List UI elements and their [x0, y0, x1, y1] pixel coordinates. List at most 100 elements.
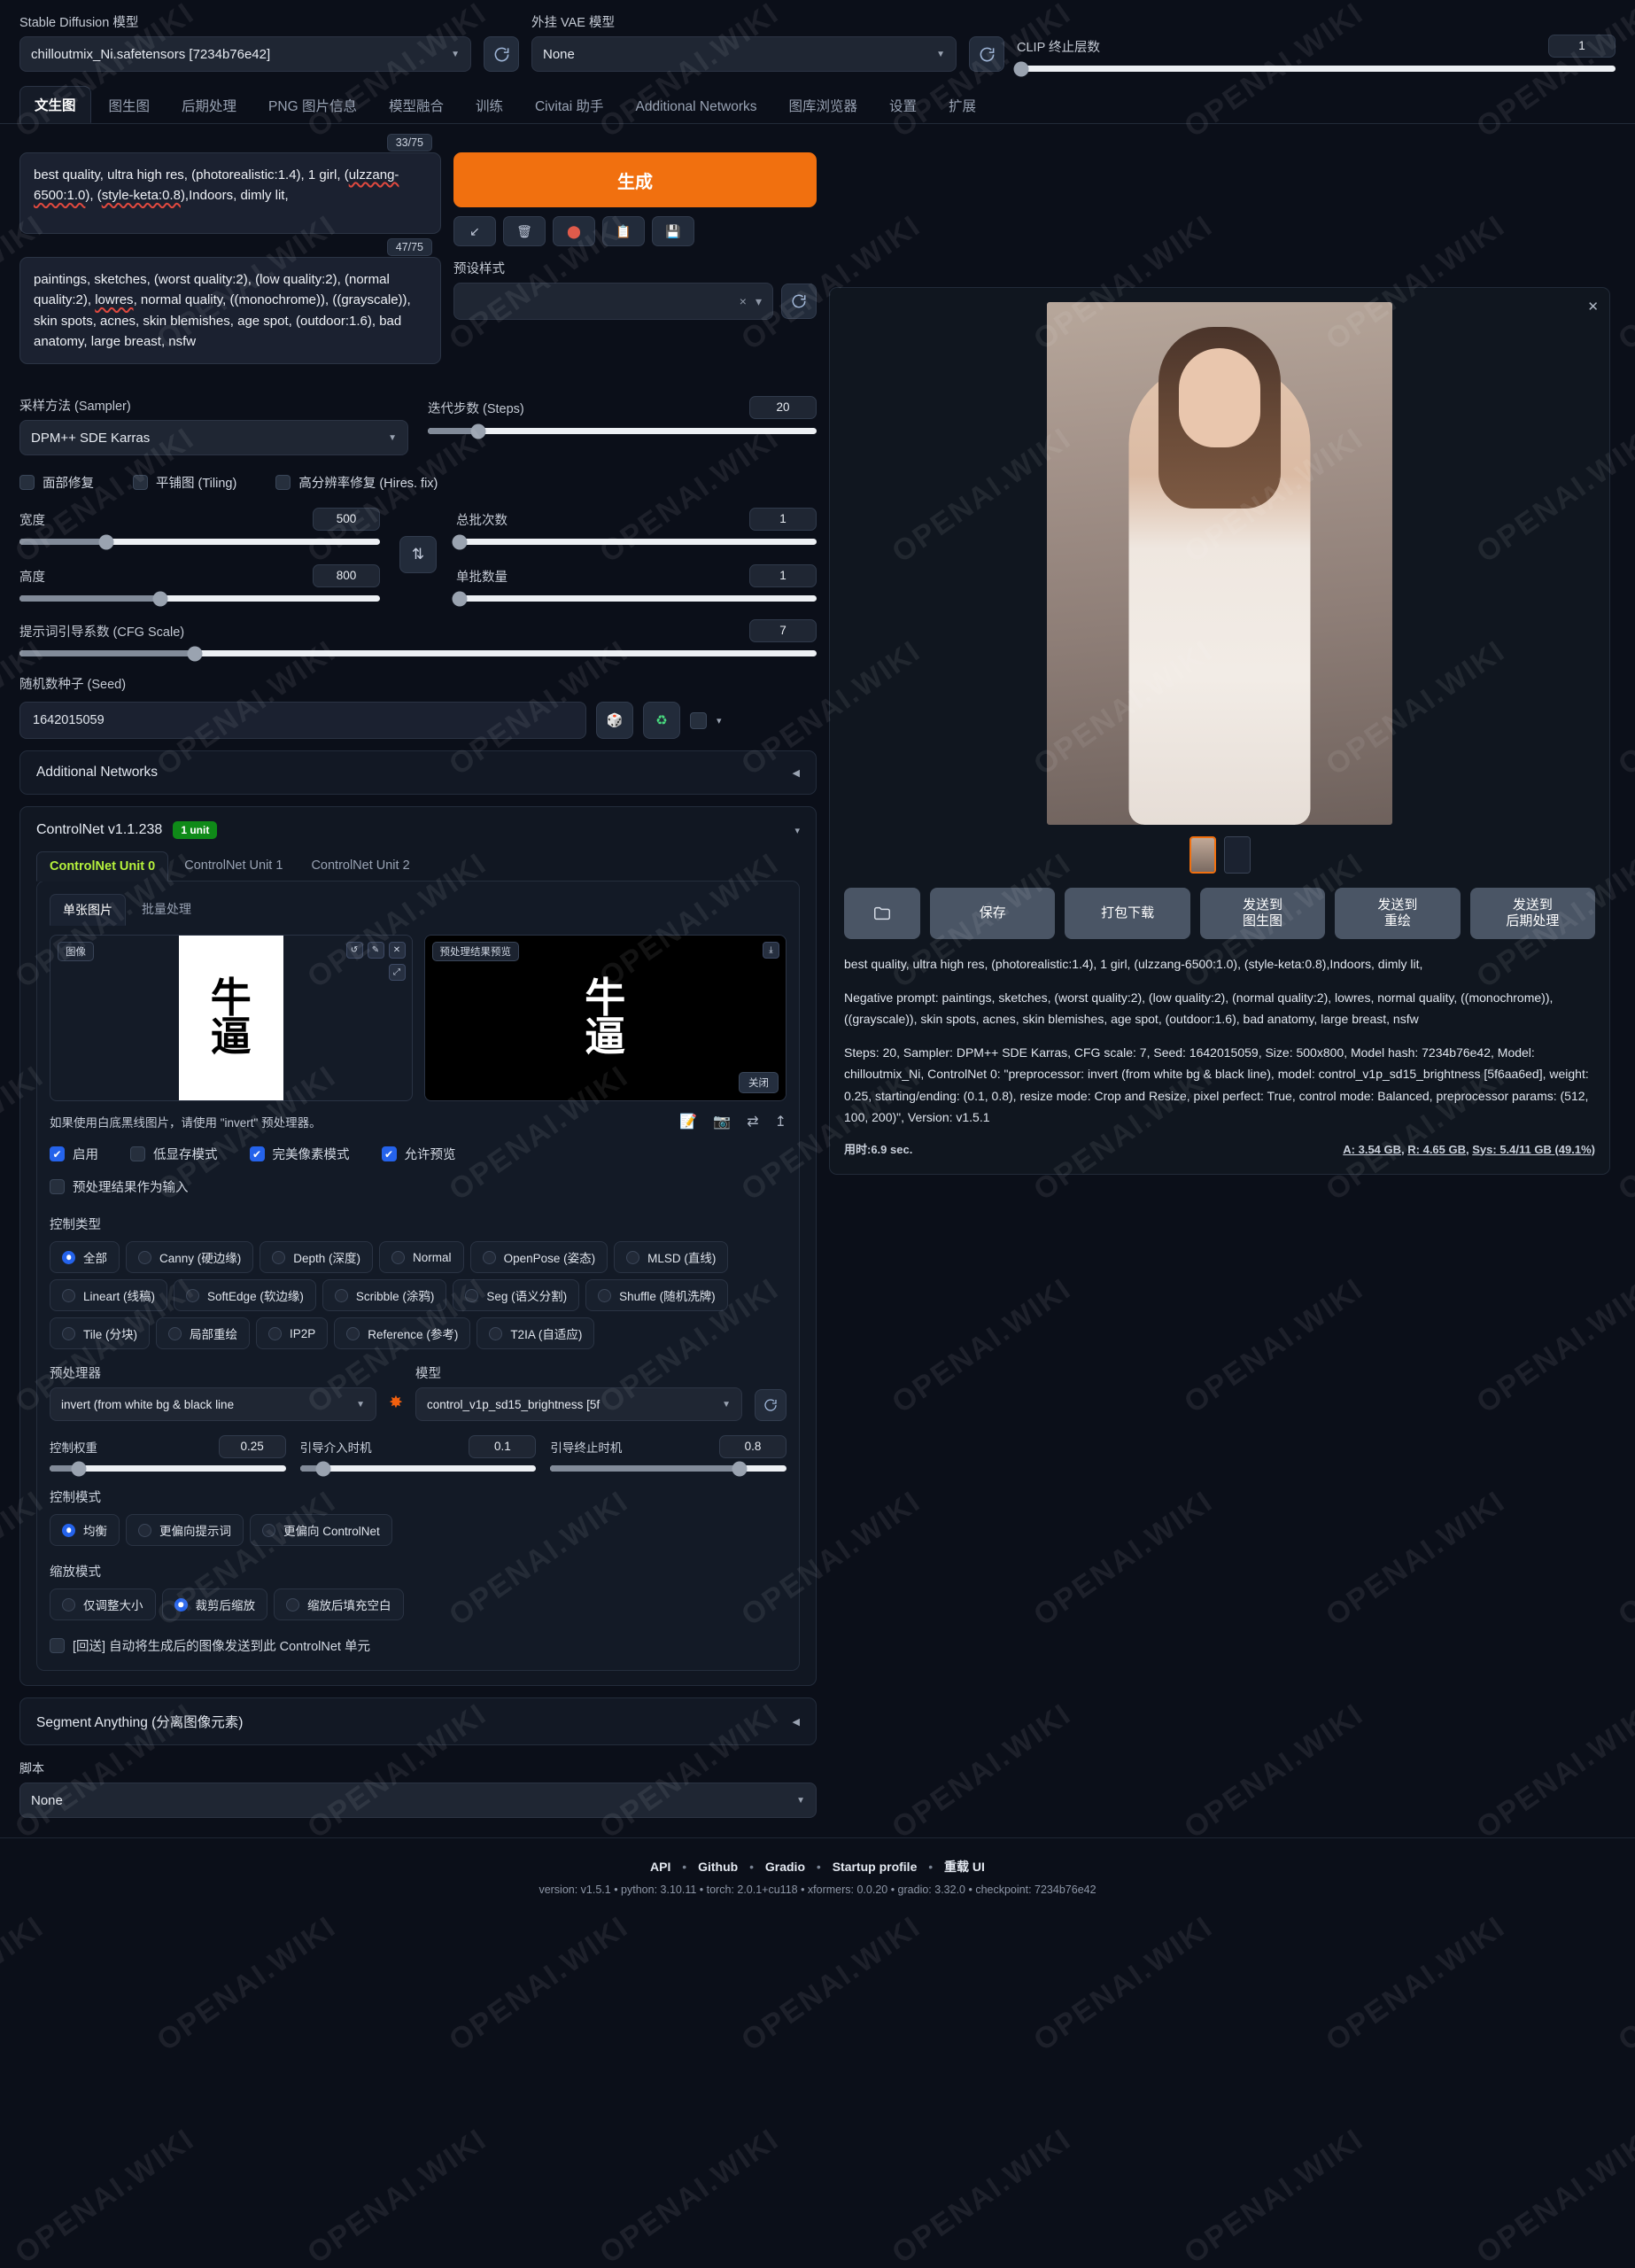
vae-model-dropdown[interactable]: None ▼ — [531, 36, 957, 72]
resize-mode-crop-resize[interactable]: 裁剪后缩放 — [161, 1588, 267, 1620]
edit-icon[interactable]: ✎ — [367, 942, 384, 959]
tab-extras[interactable]: 后期处理 — [167, 88, 251, 123]
thumbnail-grid[interactable] — [1223, 836, 1251, 874]
controlnet-model-dropdown[interactable]: control_v1p_sd15_brightness [5f ▼ — [415, 1387, 743, 1421]
low-vram-checkbox[interactable]: 低显存模式 — [130, 1145, 218, 1163]
recycle-seed-button[interactable]: ♻ — [643, 702, 680, 739]
steps-value[interactable]: 20 — [749, 396, 817, 419]
refresh-vae-button[interactable] — [969, 36, 1004, 72]
extra-seed-checkbox[interactable] — [690, 711, 707, 729]
negative-prompt-input[interactable]: paintings, sketches, (worst quality:2), … — [19, 257, 441, 364]
undo-icon[interactable]: ↺ — [345, 942, 363, 959]
guidance-end-value[interactable]: 0.8 — [719, 1435, 787, 1458]
send-to-img2img-button[interactable]: 发送到 图生图 — [1199, 888, 1326, 939]
enable-checkbox[interactable]: 启用 — [50, 1145, 98, 1163]
swap-dimensions-button[interactable]: ⇅ — [399, 536, 437, 573]
tab-additional-networks[interactable]: Additional Networks — [622, 91, 771, 123]
github-link[interactable]: Github — [698, 1860, 738, 1874]
control-type-softedge[interactable]: SoftEdge (软边缘) — [174, 1279, 316, 1311]
startup-profile-link[interactable]: Startup profile — [833, 1860, 918, 1874]
controlnet-unit-1-tab[interactable]: ControlNet Unit 1 — [172, 851, 295, 882]
control-type-reference[interactable]: Reference (参考) — [334, 1317, 471, 1349]
styles-clear-icon[interactable]: × — [740, 294, 747, 308]
height-slider[interactable] — [19, 591, 380, 606]
control-type-canny[interactable]: Canny (硬边缘) — [126, 1241, 254, 1273]
refresh-controlnet-model-button[interactable] — [755, 1389, 787, 1421]
prompt-input[interactable]: best quality, ultra high res, (photoreal… — [19, 152, 441, 234]
guidance-start-slider[interactable] — [299, 1461, 537, 1476]
paste-button[interactable]: 📋 — [602, 216, 645, 246]
tab-img2img[interactable]: 图生图 — [95, 88, 165, 123]
width-slider[interactable] — [19, 534, 380, 549]
batch-size-slider[interactable] — [452, 591, 817, 606]
steps-slider[interactable] — [428, 423, 817, 439]
gradio-link[interactable]: Gradio — [765, 1860, 805, 1874]
save-style-button[interactable]: 💾 — [652, 216, 694, 246]
control-type-tile[interactable]: Tile (分块) — [50, 1317, 150, 1349]
open-folder-button[interactable] — [844, 888, 920, 939]
script-dropdown[interactable]: None ▼ — [19, 1783, 817, 1818]
controlnet-input-image-card[interactable]: 图像 ↺ ✎ ✕ ⤢ 牛逼 — [50, 935, 413, 1101]
seed-input[interactable]: 1642015059 — [19, 702, 586, 739]
send-to-extras-button[interactable]: 发送到 后期处理 — [1469, 888, 1596, 939]
control-type-lineart[interactable]: Lineart (线稿) — [50, 1279, 168, 1311]
batch-count-slider[interactable] — [452, 534, 817, 549]
tab-png-info[interactable]: PNG 图片信息 — [254, 88, 371, 123]
skip-button[interactable]: 🗑 — [503, 216, 546, 246]
resize-icon[interactable]: ⤢ — [388, 964, 406, 981]
control-type-seg[interactable]: Seg (语义分割) — [453, 1279, 580, 1311]
close-preview-button[interactable]: 关闭 — [739, 1072, 779, 1093]
pixel-perfect-checkbox[interactable]: 完美像素模式 — [249, 1145, 350, 1163]
guidance-end-slider[interactable] — [550, 1461, 787, 1476]
width-value[interactable]: 500 — [313, 508, 380, 531]
chevron-down-icon[interactable]: ▾ — [717, 715, 722, 726]
random-seed-button[interactable]: 🎲 — [596, 702, 633, 739]
refresh-styles-button[interactable] — [781, 284, 817, 319]
guidance-start-value[interactable]: 0.1 — [469, 1435, 537, 1458]
control-type-all[interactable]: 全部 — [50, 1241, 120, 1273]
refresh-model-button[interactable] — [484, 36, 519, 72]
interrupt-button[interactable]: ↙ — [453, 216, 496, 246]
sampler-dropdown[interactable]: DPM++ SDE Karras ▼ — [19, 420, 408, 455]
control-type-ip2p[interactable]: IP2P — [256, 1317, 329, 1349]
control-type-inpaint[interactable]: 局部重绘 — [156, 1317, 250, 1349]
tab-train[interactable]: 训练 — [461, 88, 517, 123]
explosion-icon[interactable]: ✸ — [389, 1393, 403, 1421]
reload-ui-link[interactable]: 重载 UI — [944, 1860, 985, 1874]
tab-extensions[interactable]: 扩展 — [934, 88, 990, 123]
cfg-value[interactable]: 7 — [749, 619, 817, 642]
controlnet-unit-2-tab[interactable]: ControlNet Unit 2 — [298, 851, 422, 882]
batch-count-value[interactable]: 1 — [749, 508, 817, 531]
control-type-mlsd[interactable]: MLSD (直线) — [614, 1241, 729, 1273]
control-type-t2ia[interactable]: T2IA (自适应) — [477, 1317, 595, 1349]
close-icon[interactable]: ✕ — [388, 942, 406, 959]
preprocess-as-input-checkbox[interactable]: 预处理结果作为输入 — [50, 1177, 189, 1196]
preprocessor-dropdown[interactable]: invert (from white bg & black line ▼ — [50, 1387, 377, 1421]
controlnet-preview-card[interactable]: 预处理结果预览 ⤓ 牛逼 关闭 — [423, 935, 787, 1101]
api-link[interactable]: API — [650, 1860, 670, 1874]
sd-model-dropdown[interactable]: chilloutmix_Ni.safetensors [7234b76e42] … — [19, 36, 471, 72]
tab-txt2img[interactable]: 文生图 — [19, 86, 91, 123]
swap-icon[interactable]: ⇄ — [747, 1113, 758, 1130]
weight-value[interactable]: 0.25 — [218, 1435, 286, 1458]
control-type-scribble[interactable]: Scribble (涂鸦) — [322, 1279, 447, 1311]
extra-networks-button[interactable]: ⬤ — [553, 216, 595, 246]
save-button[interactable]: 保存 — [930, 888, 1056, 939]
hires-fix-checkbox[interactable]: 高分辨率修复 (Hires. fix) — [275, 473, 438, 492]
tab-civitai-helper[interactable]: Civitai 助手 — [521, 88, 618, 123]
camera-icon[interactable]: 📷 — [713, 1113, 731, 1130]
clip-skip-slider[interactable] — [1013, 61, 1616, 76]
batch-process-tab[interactable]: 批量处理 — [129, 894, 204, 926]
cfg-slider[interactable] — [19, 646, 817, 661]
generated-image[interactable] — [1047, 302, 1392, 825]
thumbnail-selected[interactable] — [1189, 836, 1216, 874]
control-type-depth[interactable]: Depth (深度) — [260, 1241, 374, 1273]
weight-slider[interactable] — [50, 1461, 286, 1476]
additional-networks-accordion[interactable]: Additional Networks ◀ — [19, 750, 817, 795]
resize-mode-just-resize[interactable]: 仅调整大小 — [50, 1588, 156, 1620]
generate-button[interactable]: 生成 — [453, 152, 817, 207]
zip-download-button[interactable]: 打包下载 — [1065, 888, 1190, 939]
batch-size-value[interactable]: 1 — [749, 564, 817, 587]
control-mode-controlnet[interactable]: 更偏向 ControlNet — [250, 1514, 392, 1546]
clip-skip-value[interactable]: 1 — [1548, 35, 1616, 58]
